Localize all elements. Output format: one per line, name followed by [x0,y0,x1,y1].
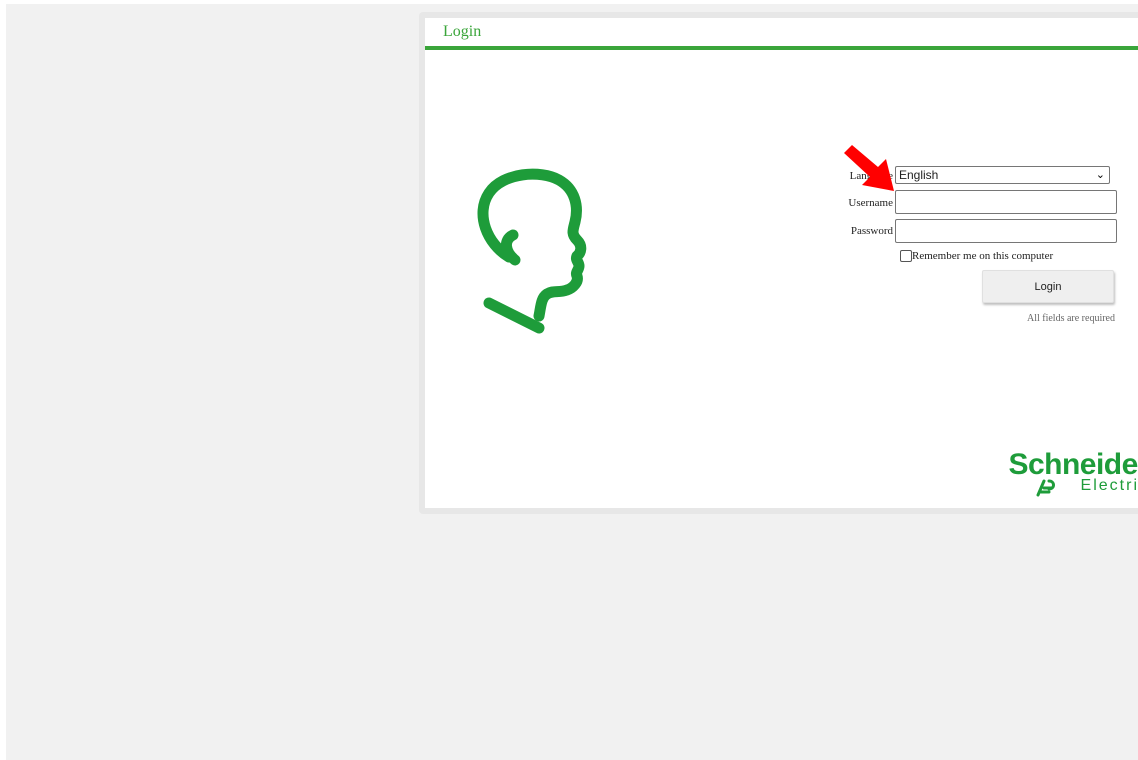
head-profile-icon [477,168,587,334]
username-label: Username [848,197,893,209]
brand-name: Schneider [1008,448,1138,481]
password-input[interactable] [895,219,1117,243]
password-label: Password [850,225,893,237]
username-input[interactable] [895,190,1117,214]
language-select[interactable]: English ⌄ [895,166,1110,184]
panel-title: Login [443,23,482,40]
schneider-electric-mark [1036,479,1055,497]
remember-me-label: Remember me on this computer [912,250,1054,262]
title-divider [425,46,1138,50]
chevron-down-icon: ⌄ [1095,169,1105,181]
brand-subname: Electric [1080,477,1138,494]
login-panel: Login Language English ⌄ Username Passwo… [419,12,1138,514]
login-panel-body: Login Language English ⌄ Username Passwo… [425,18,1138,508]
schneider-electric-logo: Schneider Electric [1003,450,1138,502]
login-button[interactable]: Login [982,270,1114,303]
red-arrow-annotation [844,145,894,191]
required-note: All fields are required [1026,313,1115,324]
remember-me-checkbox[interactable] [900,250,912,262]
language-selected-value: English [899,168,939,182]
